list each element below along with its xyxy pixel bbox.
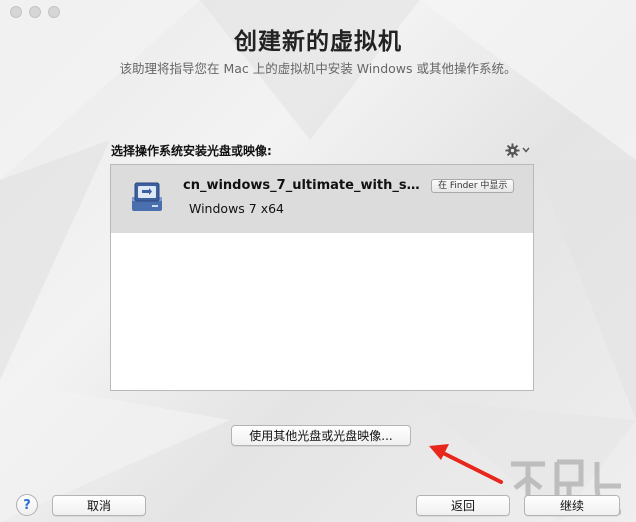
close-window-button[interactable] <box>10 6 22 18</box>
help-button[interactable]: ? <box>16 494 38 516</box>
chevron-down-icon <box>522 147 530 153</box>
window-controls <box>10 6 60 18</box>
list-item-selected[interactable]: cn_windows_7_ultimate_with_sp1_x... 在 Fi… <box>111 165 533 233</box>
disk-image-icon <box>132 182 162 211</box>
show-in-finder-button[interactable]: 在 Finder 中显示 <box>431 179 515 193</box>
choose-other-disc-button[interactable]: 使用其他光盘或光盘映像... <box>231 425 411 446</box>
back-button[interactable]: 返回 <box>416 495 510 516</box>
source-list[interactable]: cn_windows_7_ultimate_with_sp1_x... 在 Fi… <box>110 164 534 391</box>
detected-os-label: Windows 7 x64 <box>189 201 285 216</box>
minimize-window-button[interactable] <box>29 6 41 18</box>
gear-menu-button[interactable] <box>505 141 535 159</box>
create-vm-window: 创建新的虚拟机 该助理将指导您在 Mac 上的虚拟机中安装 Windows 或其… <box>0 0 636 522</box>
page-title: 创建新的虚拟机 <box>234 29 402 55</box>
page-subtitle: 该助理将指导您在 Mac 上的虚拟机中安装 Windows 或其他操作系统。 <box>119 61 517 76</box>
gear-icon <box>505 142 520 158</box>
source-list-label: 选择操作系统安装光盘或映像: <box>111 144 272 158</box>
red-arrow-annotation <box>429 444 503 484</box>
zoom-window-button[interactable] <box>48 6 60 18</box>
continue-button[interactable]: 继续 <box>524 495 620 516</box>
cancel-button[interactable]: 取消 <box>52 495 146 516</box>
disk-image-name: cn_windows_7_ultimate_with_sp1_x... <box>183 178 428 193</box>
